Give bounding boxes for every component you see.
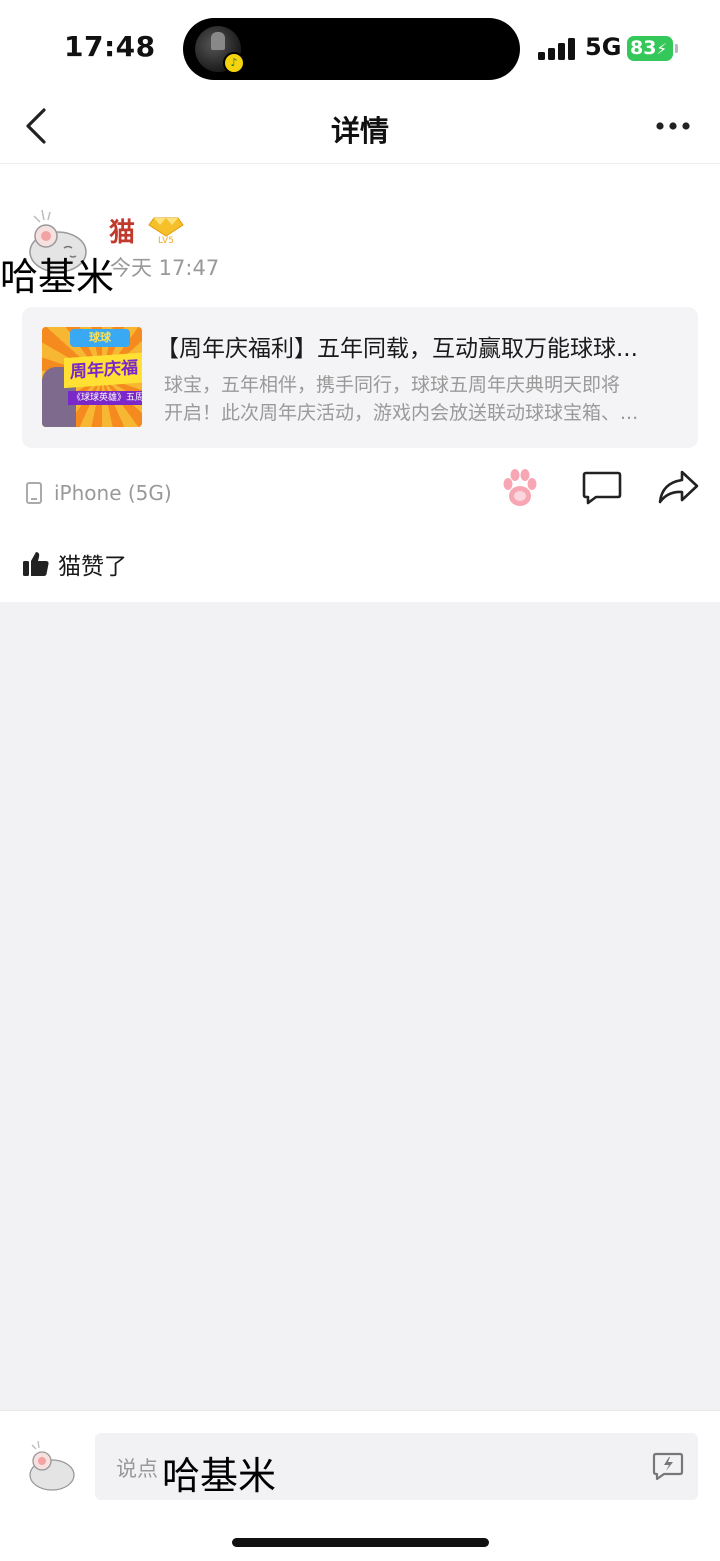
overlay-caption: 哈基米 — [162, 1454, 277, 1498]
level-label: LV5 — [158, 236, 174, 244]
device-label: iPhone (5G) — [54, 481, 172, 505]
shared-article-card[interactable]: 球球 周年庆福 《球球英雄》五周年 【周年庆福利】五年同载，互动赢取万能球球..… — [22, 307, 698, 448]
thumbnail-title: 周年庆福 — [64, 351, 142, 389]
article-description: 球宝，五年相伴，携手同行，球球五周年庆典明天即将 开启！此次周年庆活动，游戏内会… — [164, 371, 676, 427]
post-detail: 哈基米 猫 LV5 今天 17:47 球球 周年庆福 《球球英雄》五周年 【周年… — [0, 164, 720, 602]
device-info: iPhone (5G) — [26, 480, 172, 506]
quick-reply-icon[interactable] — [652, 1451, 684, 1481]
comment-bar: 说点 哈基米 — [0, 1410, 720, 1561]
article-title: 【周年庆福利】五年同载，互动赢取万能球球... — [156, 336, 638, 362]
nav-bar: 详情 — [0, 96, 720, 164]
paw-like-icon[interactable] — [498, 466, 542, 510]
more-dots-icon[interactable] — [654, 120, 694, 132]
status-bar: 17:48 ♪ 5G 83⚡ — [0, 0, 720, 96]
article-thumbnail: 球球 周年庆福 《球球英雄》五周年 — [42, 327, 142, 427]
charging-icon: ⚡ — [656, 40, 667, 58]
article-description-line: 球宝，五年相伴，携手同行，球球五周年庆典明天即将 — [164, 374, 621, 396]
liked-by: 猫赞了 — [22, 547, 127, 581]
article-description-line: 开启！此次周年庆活动，游戏内会放送联动球球宝箱、... — [164, 402, 639, 424]
music-note-icon: ♪ — [223, 52, 245, 74]
network-type: 5G — [585, 33, 622, 61]
post-time: 今天 17:47 — [110, 256, 220, 280]
my-avatar[interactable] — [24, 1439, 78, 1493]
phone-icon — [26, 482, 42, 504]
home-indicator[interactable] — [232, 1538, 489, 1547]
page-title: 详情 — [330, 114, 389, 148]
status-time: 17:48 — [64, 30, 156, 63]
thumbs-up-icon — [23, 552, 49, 576]
thumbnail-logo: 球球 — [70, 329, 130, 347]
signal-icon — [538, 38, 578, 60]
dynamic-island[interactable]: ♪ — [183, 18, 520, 80]
battery-icon: 83⚡ — [627, 36, 673, 61]
username[interactable]: 猫 — [109, 212, 135, 249]
comment-icon[interactable] — [582, 470, 622, 506]
diamond-level-icon: LV5 — [148, 217, 184, 244]
share-icon[interactable] — [656, 468, 700, 506]
overlay-caption: 哈基米 — [0, 255, 115, 299]
liked-by-text: 猫赞了 — [58, 554, 127, 580]
battery-nub — [675, 44, 678, 53]
thumbnail-subtitle: 《球球英雄》五周年 — [68, 391, 142, 405]
battery-level: 83 — [630, 37, 657, 59]
comment-placeholder: 说点 — [116, 1457, 158, 1481]
